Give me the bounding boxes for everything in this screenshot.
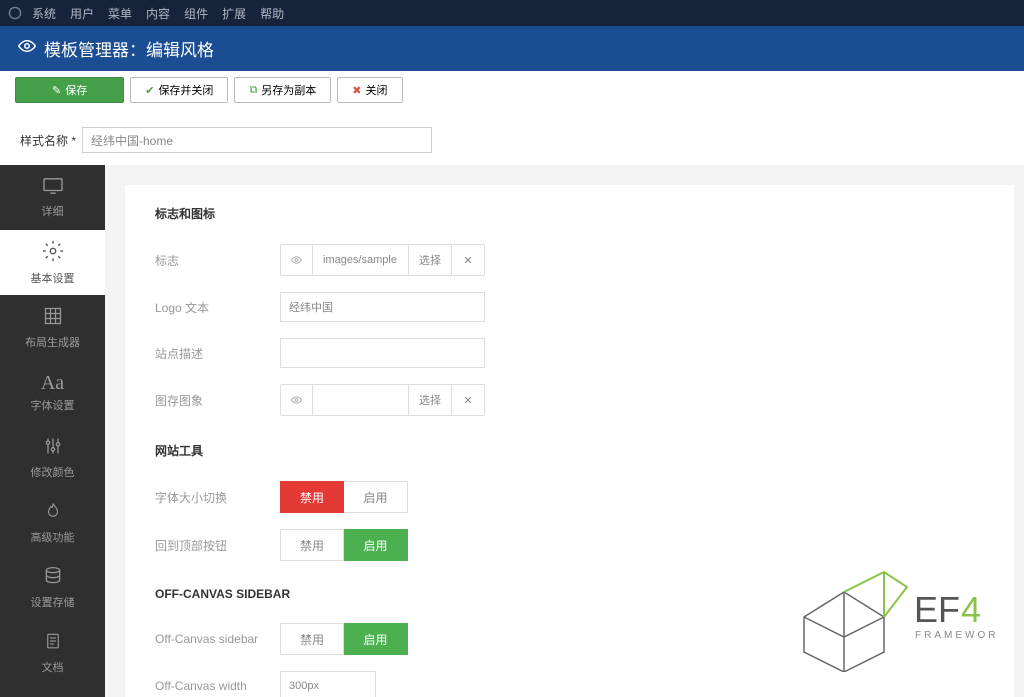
field-logo: 标志 images/sample 选择 ✕ (155, 244, 984, 276)
site-desc-input[interactable] (280, 338, 485, 368)
field-font-switch-label: 字体大小切换 (155, 489, 280, 506)
adminbar-item-help[interactable]: 帮助 (260, 5, 284, 22)
field-site-desc: 站点描述 (155, 338, 984, 368)
sidebar-item-label: 布局生成器 (25, 334, 80, 350)
field-offcanvas-width: Off-Canvas width (155, 671, 984, 697)
logo-path: images/sample (313, 245, 409, 275)
sidebar-item-label: 文档 (42, 659, 64, 675)
adminbar-item-user[interactable]: 用户 (70, 5, 94, 22)
offcanvas-width-input[interactable] (280, 671, 376, 697)
style-name-input[interactable] (82, 127, 432, 153)
sidebar-item-font[interactable]: Aa 字体设置 (0, 360, 105, 425)
section-tools-title: 网站工具 (155, 442, 984, 459)
field-site-desc-label: 站点描述 (155, 345, 280, 362)
sidebar-item-label: 详细 (42, 203, 64, 219)
adminbar-item-components[interactable]: 组件 (184, 5, 208, 22)
save-icon: ✎ (52, 84, 61, 97)
settings-sidebar: 详细 基本设置 布局生成器 Aa 字体设置 修改颜色 高级功能 设置存储 文档 (0, 165, 105, 697)
field-font-switch: 字体大小切换 禁用 启用 (155, 481, 984, 513)
check-icon: ✔ (145, 84, 154, 97)
svg-text:FRAMEWORK: FRAMEWORK (915, 630, 999, 641)
logo-clear-button[interactable]: ✕ (452, 245, 484, 275)
field-back-top: 回到顶部按钮 禁用 启用 (155, 529, 984, 561)
main-layout: 详细 基本设置 布局生成器 Aa 字体设置 修改颜色 高级功能 设置存储 文档 (0, 165, 1024, 697)
save-copy-button[interactable]: ⧉另存为副本 (234, 77, 331, 103)
svg-text:EF: EF (914, 589, 960, 630)
svg-text:4: 4 (961, 589, 981, 630)
logo-media-group: images/sample 选择 ✕ (280, 244, 485, 276)
logo-select-button[interactable]: 选择 (409, 245, 452, 275)
field-logo-text-label: Logo 文本 (155, 299, 280, 316)
copy-icon: ⧉ (249, 84, 257, 97)
page-title: 模板管理器：编辑风格 (44, 36, 214, 61)
field-logo-label: 标志 (155, 252, 280, 269)
sidebar-item-label: 设置存储 (31, 594, 75, 610)
field-favicon: 图存图象 选择 ✕ (155, 384, 984, 416)
main-panel: 标志和图标 标志 images/sample 选择 ✕ Logo 文本 站点描述 (105, 165, 1024, 697)
adminbar-item-content[interactable]: 内容 (146, 5, 170, 22)
field-offcanvas-sidebar-label: Off-Canvas sidebar (155, 632, 280, 646)
sidebar-item-label: 基本设置 (31, 270, 75, 286)
font-switch-enable[interactable]: 启用 (344, 481, 408, 513)
ef4-framework-logo: EF 4 FRAMEWORK (789, 562, 999, 672)
style-name-label: 样式名称 * (20, 132, 76, 149)
grid-icon (43, 306, 63, 330)
monitor-icon (42, 177, 64, 199)
sidebar-item-label: 高级功能 (31, 529, 75, 545)
close-button[interactable]: ✖关闭 (337, 77, 402, 103)
sidebar-item-detail[interactable]: 详细 (0, 165, 105, 230)
sidebar-item-advanced[interactable]: 高级功能 (0, 490, 105, 555)
document-icon (44, 631, 62, 655)
adminbar-item-system[interactable]: 系统 (32, 5, 56, 22)
sidebar-item-label: 字体设置 (31, 397, 75, 413)
sidebar-item-color[interactable]: 修改颜色 (0, 425, 105, 490)
favicon-path (313, 385, 409, 415)
preview-icon[interactable] (281, 245, 313, 275)
sidebar-item-layout[interactable]: 布局生成器 (0, 295, 105, 360)
flame-icon (44, 501, 62, 525)
page-title-bar: 模板管理器：编辑风格 (0, 26, 1024, 71)
close-icon: ✖ (352, 84, 361, 97)
font-switch-toggle: 禁用 启用 (280, 481, 408, 513)
section-logo-title: 标志和图标 (155, 205, 984, 222)
sidebar-item-label: 修改颜色 (31, 464, 75, 480)
back-top-disable[interactable]: 禁用 (280, 529, 344, 561)
admin-bar: 系统 用户 菜单 内容 组件 扩展 帮助 (0, 0, 1024, 26)
sidebar-item-basic[interactable]: 基本设置 (0, 230, 105, 295)
favicon-select-button[interactable]: 选择 (409, 385, 452, 415)
back-top-toggle: 禁用 启用 (280, 529, 408, 561)
database-icon (43, 566, 63, 590)
adminbar-item-extensions[interactable]: 扩展 (222, 5, 246, 22)
gear-icon (42, 240, 64, 266)
offcanvas-disable[interactable]: 禁用 (280, 623, 344, 655)
field-favicon-label: 图存图象 (155, 392, 280, 409)
eye-icon (18, 37, 36, 60)
offcanvas-sidebar-toggle: 禁用 启用 (280, 623, 408, 655)
adminbar-item-menu[interactable]: 菜单 (108, 5, 132, 22)
field-back-top-label: 回到顶部按钮 (155, 537, 280, 554)
sliders-icon (43, 436, 63, 460)
favicon-clear-button[interactable]: ✕ (452, 385, 484, 415)
save-button[interactable]: ✎保存 (15, 77, 124, 103)
joomla-logo-icon (8, 6, 22, 20)
favicon-media-group: 选择 ✕ (280, 384, 485, 416)
field-offcanvas-width-label: Off-Canvas width (155, 679, 280, 693)
back-top-enable[interactable]: 启用 (344, 529, 408, 561)
save-close-button[interactable]: ✔保存并关闭 (130, 77, 228, 103)
sidebar-item-storage[interactable]: 设置存储 (0, 555, 105, 620)
toolbar: ✎保存 ✔保存并关闭 ⧉另存为副本 ✖关闭 (0, 71, 1024, 107)
font-switch-disable[interactable]: 禁用 (280, 481, 344, 513)
style-name-row: 样式名称 * (0, 107, 1024, 165)
preview-icon[interactable] (281, 385, 313, 415)
offcanvas-enable[interactable]: 启用 (344, 623, 408, 655)
field-logo-text: Logo 文本 (155, 292, 984, 322)
sidebar-item-docs[interactable]: 文档 (0, 620, 105, 685)
logo-text-input[interactable] (280, 292, 485, 322)
font-icon: Aa (41, 373, 64, 393)
